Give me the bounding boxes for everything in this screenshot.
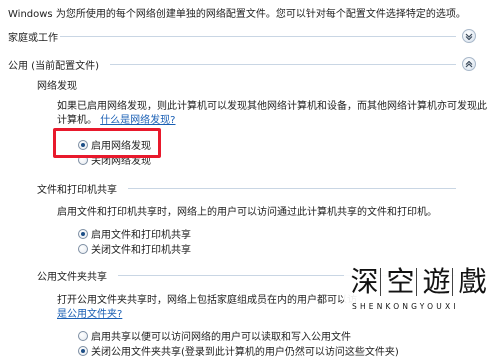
watermark-separator: [416, 268, 417, 296]
public-folder-sharing-description: 打开公用文件夹共享时，网络上包括家庭组成员在内的用户都可以访: [57, 295, 357, 306]
radio-label: 关闭文件和打印机共享: [91, 245, 191, 256]
public-folder-sharing-description-cont: 是公用文件夹?: [57, 308, 122, 321]
radio-button-checked[interactable]: [78, 345, 88, 356]
divider: [60, 36, 456, 37]
highlight-box: [53, 128, 161, 158]
watermark-char: 空: [386, 265, 415, 298]
radio-button[interactable]: [78, 243, 88, 254]
network-discovery-description: 如果已启用网络发现，则此计算机可以发现其他网络计算机和设备，而其他网络计算机亦可…: [57, 101, 487, 112]
radio-disable-public-folder-sharing[interactable]: 关闭公用文件夹共享(登录到此计算机的用户仍然可以访问这些文件夹): [78, 344, 399, 358]
radio-button[interactable]: [78, 330, 88, 341]
network-discovery-description-cont: 计算机。 什么是网络发现?: [57, 114, 176, 127]
what-is-network-discovery-link[interactable]: 什么是网络发现?: [100, 115, 175, 126]
expand-home-work-button[interactable]: [462, 29, 476, 43]
what-is-public-folder-link[interactable]: 是公用文件夹?: [57, 309, 122, 320]
public-folder-sharing-title: 公用文件夹共享: [37, 272, 107, 283]
radio-button-checked[interactable]: [78, 228, 88, 239]
radio-disable-file-printer-sharing[interactable]: 关闭文件和打印机共享: [78, 242, 191, 256]
radio-label: 启用共享以便可以访问网络的用户可以读取和写入公用文件: [91, 332, 351, 343]
file-printer-sharing-description: 启用文件和打印机共享时，网络上的用户可以访问通过此计算机共享的文件和打印机。: [57, 207, 437, 218]
watermark-char: 深: [350, 265, 379, 298]
profile-home-work-title: 家庭或工作: [8, 33, 58, 44]
file-printer-sharing-title: 文件和打印机共享: [37, 185, 117, 196]
watermark-char: 戲: [458, 265, 487, 298]
radio-label: 关闭公用文件夹共享(登录到此计算机的用户仍然可以访问这些文件夹): [91, 347, 399, 358]
intro-text: Windows 为您所使用的每个网络创建单独的网络配置文件。您可以针对每个配置文…: [8, 9, 466, 20]
network-discovery-title: 网络发现: [37, 81, 77, 92]
radio-enable-public-folder-sharing[interactable]: 启用共享以便可以访问网络的用户可以读取和写入公用文件: [78, 329, 351, 343]
radio-enable-file-printer-sharing[interactable]: 启用文件和打印机共享: [78, 227, 191, 241]
profile-public-title: 公用 (当前配置文件): [8, 61, 99, 72]
watermark-separator: [452, 268, 453, 296]
watermark-char: 遊: [422, 265, 451, 298]
collapse-public-button[interactable]: [462, 57, 476, 71]
watermark-subtitle: SHENKONGYOUXI: [352, 302, 459, 311]
watermark-separator: [380, 268, 381, 296]
radio-label: 启用文件和打印机共享: [91, 230, 191, 241]
network-discovery-description-line2: 计算机。: [57, 115, 97, 126]
divider: [128, 188, 456, 189]
chevron-down-icon: [465, 33, 473, 40]
divider: [110, 64, 456, 65]
chevron-up-icon: [465, 61, 473, 68]
